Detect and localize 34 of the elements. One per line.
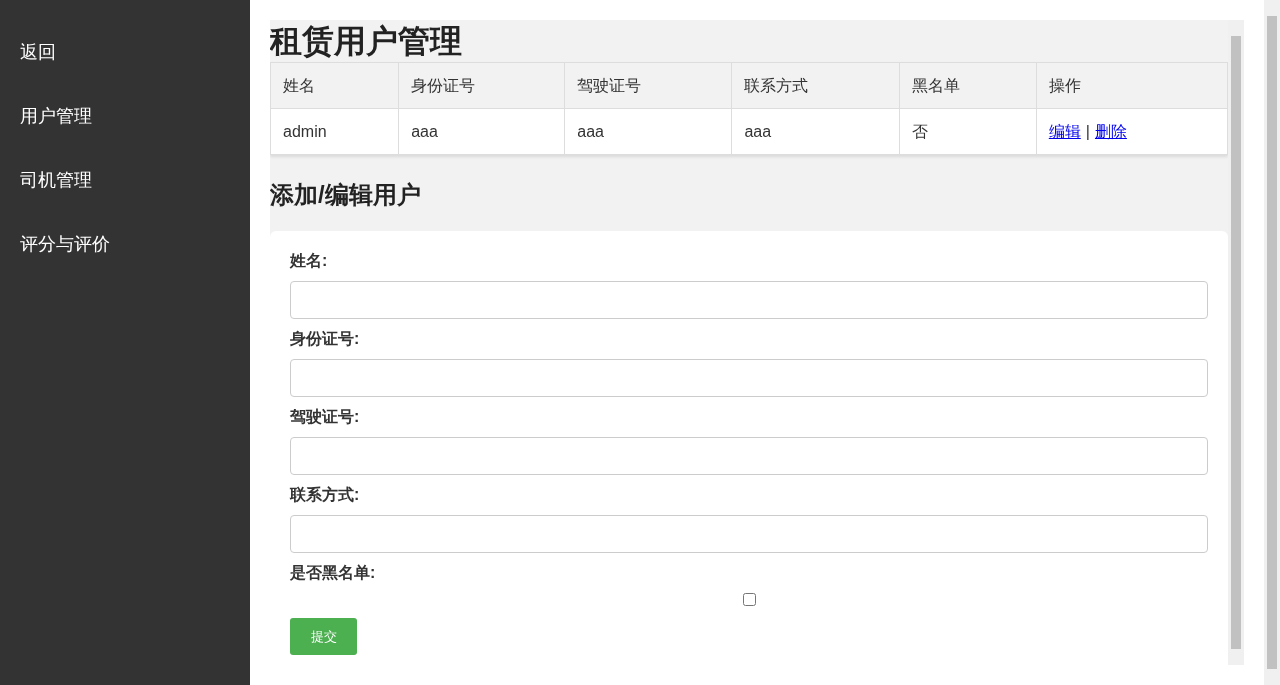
field-label: 姓名: bbox=[290, 251, 328, 271]
column-header: 联系方式 bbox=[731, 62, 900, 109]
link-separator: | bbox=[1085, 121, 1090, 142]
table-cell: aaa bbox=[564, 108, 732, 155]
field-label: 联系方式: bbox=[290, 485, 360, 505]
field-label: 驾驶证号: bbox=[290, 407, 360, 427]
sidebar-link[interactable]: 返回 bbox=[0, 20, 250, 84]
sidebar-link[interactable]: 用户管理 bbox=[0, 84, 250, 148]
inner-scrollbar[interactable] bbox=[1228, 20, 1244, 665]
input-field[interactable] bbox=[290, 359, 1208, 397]
form-title: 添加/编辑用户 bbox=[270, 180, 421, 210]
edit-link[interactable]: 编辑 bbox=[1048, 119, 1081, 144]
field-label: 是否黑名单: bbox=[290, 563, 376, 583]
table-cell: aaa bbox=[731, 108, 900, 155]
column-header: 黑名单 bbox=[899, 62, 1037, 109]
column-header: 身份证号 bbox=[398, 62, 565, 109]
page-title: 租赁用户管理 bbox=[270, 22, 462, 61]
table-cell: 否 bbox=[899, 108, 1037, 155]
scrollbar-thumb[interactable] bbox=[1267, 16, 1277, 669]
column-header: 姓名 bbox=[270, 62, 399, 109]
table-cell: admin bbox=[270, 108, 399, 155]
input-field[interactable] bbox=[290, 437, 1208, 475]
scrollbar-thumb[interactable] bbox=[1231, 36, 1241, 649]
field-label: 身份证号: bbox=[290, 329, 360, 349]
column-header: 驾驶证号 bbox=[564, 62, 732, 109]
page-scrollbar[interactable] bbox=[1264, 0, 1280, 685]
table-cell: aaa bbox=[398, 108, 565, 155]
input-field[interactable] bbox=[290, 281, 1208, 319]
blacklist-checkbox[interactable] bbox=[742, 593, 756, 606]
column-header: 操作 bbox=[1036, 62, 1228, 109]
sidebar-link[interactable]: 评分与评价 bbox=[0, 212, 250, 276]
sidebar-link[interactable]: 司机管理 bbox=[0, 148, 250, 212]
input-field[interactable] bbox=[290, 515, 1208, 553]
delete-link[interactable]: 删除 bbox=[1094, 119, 1127, 144]
